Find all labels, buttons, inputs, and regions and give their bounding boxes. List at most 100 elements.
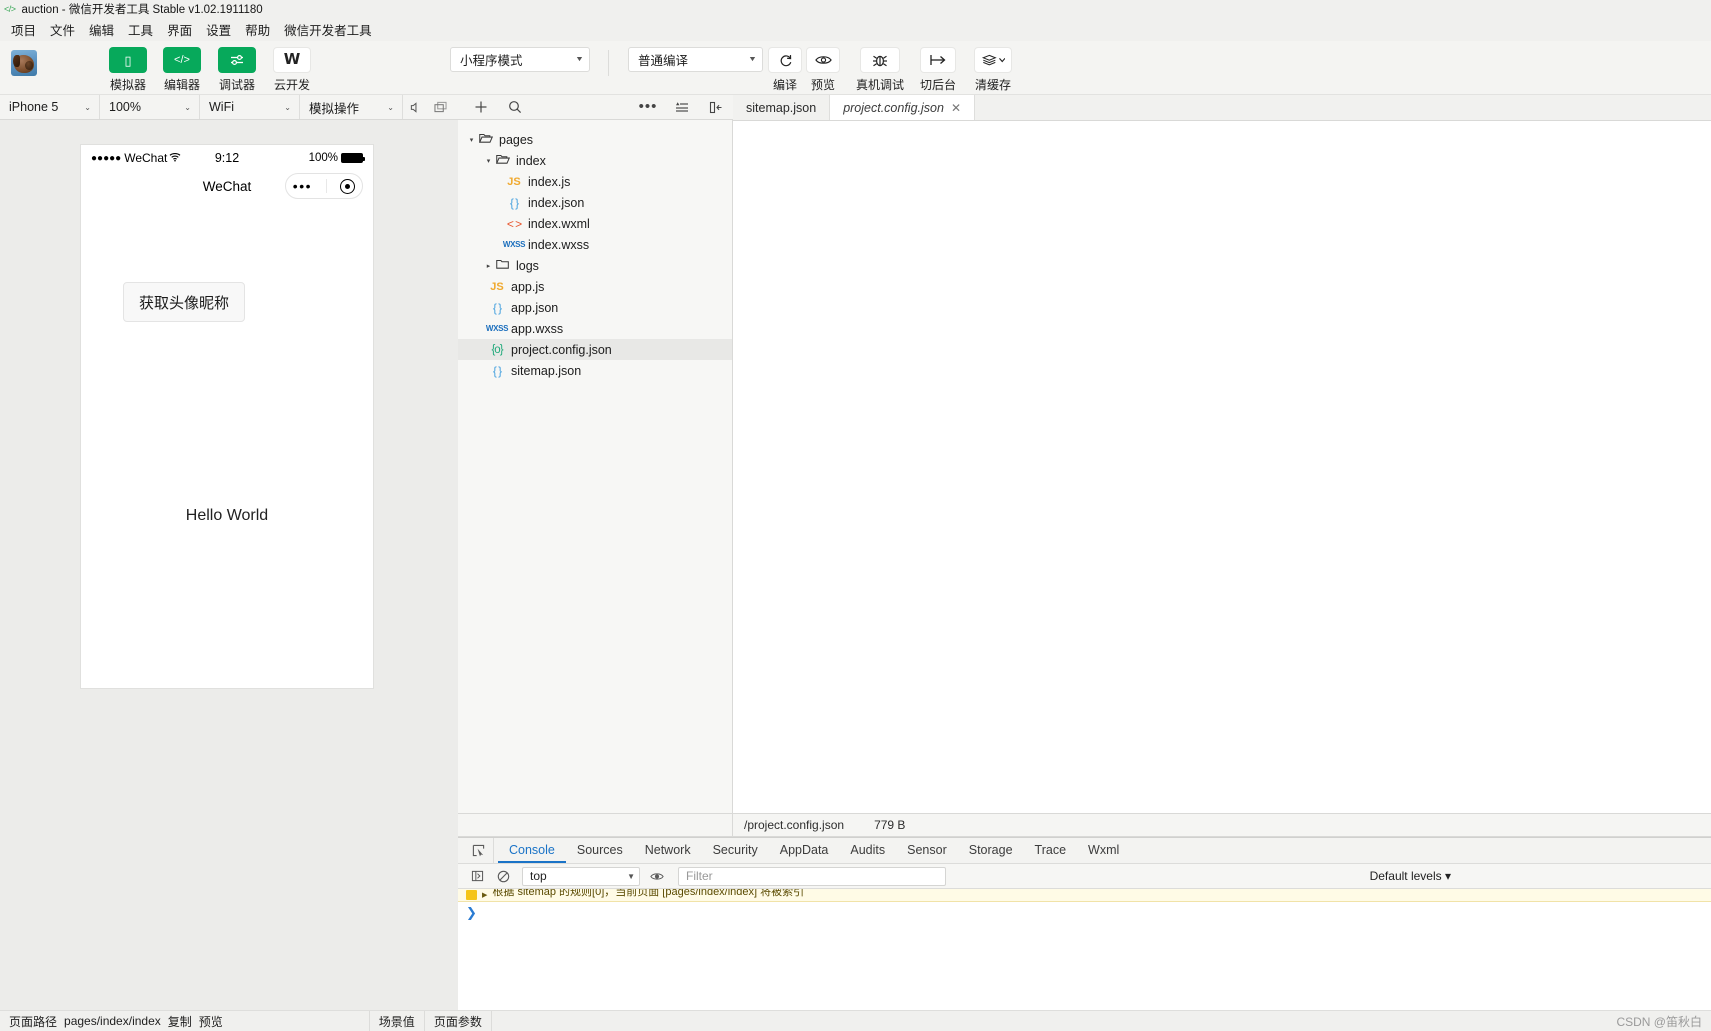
tree-item-label: index [516, 153, 546, 168]
warning-icon [466, 890, 477, 900]
menu-item-1[interactable]: 文件 [43, 18, 82, 41]
editor-area[interactable] [733, 121, 1711, 813]
devtools-tab-console[interactable]: Console [498, 838, 566, 863]
console-prompt[interactable]: ❯ [458, 902, 1711, 924]
simulator-button[interactable]: ▯ 模拟器 [108, 47, 148, 93]
tree-item-label: index.wxml [528, 216, 590, 231]
editor-tab-0[interactable]: sitemap.json [733, 95, 831, 120]
console-context-select[interactable]: top ▼ [522, 866, 640, 886]
tree-file-row[interactable]: JS app.js [458, 276, 732, 297]
console-warning-row[interactable]: ▶ 根据 sitemap 的规则[0]，当前页面 [pages/index/in… [458, 889, 1711, 902]
background-switch-label: 切后台 [919, 78, 956, 92]
clear-console-icon[interactable] [490, 864, 516, 889]
file-status-bar: /project.config.json 779 B [733, 813, 1711, 837]
file-explorer[interactable]: ▾ pages ▾ index JS index.js { } index.json < > in… [458, 120, 733, 813]
mute-speaker-icon[interactable] [403, 95, 428, 119]
editor-tab-1[interactable]: project.config.json ✕ [830, 95, 976, 120]
menu-item-3[interactable]: 工具 [121, 18, 160, 41]
console-filter-input[interactable]: Filter [678, 866, 946, 886]
hello-world-text: Hello World [185, 507, 269, 524]
clear-cache-button[interactable]: 清缓存 [972, 47, 1014, 93]
mode-select[interactable]: 小程序模式 ▼ [450, 47, 590, 72]
sort-button[interactable] [665, 95, 699, 120]
tree-folder-row[interactable]: ▾ pages [458, 129, 732, 150]
tree-item-label: project.config.json [511, 342, 612, 357]
tree-file-row[interactable]: < > index.wxml [458, 213, 732, 234]
compile-select[interactable]: 普通编译 ▼ [628, 47, 763, 72]
close-icon[interactable]: ✕ [951, 101, 961, 115]
menu-item-2[interactable]: 编辑 [82, 18, 121, 41]
devtools-tab-trace[interactable]: Trace [1024, 838, 1078, 863]
devtools-tab-network[interactable]: Network [634, 838, 702, 863]
search-button[interactable] [498, 95, 532, 120]
devtools-tab-strip: Console Sources Network Security AppData Audi… [458, 838, 1711, 864]
console-toolbar: top ▼ Filter Default levels ▾ [458, 864, 1711, 889]
get-profile-button[interactable]: 获取头像昵称 [123, 282, 245, 322]
compile-button[interactable]: 编译 [766, 47, 804, 93]
devtools-tab-wxml[interactable]: Wxml [1077, 838, 1130, 863]
copy-path-button[interactable]: 复制 [168, 1013, 192, 1030]
zoom-select[interactable]: 100% ⌄ [100, 95, 200, 119]
tree-file-row[interactable]: { } app.json [458, 297, 732, 318]
chevron-right-icon[interactable]: ▶ [482, 891, 487, 899]
device-select[interactable]: iPhone 5 ⌄ [0, 95, 100, 119]
user-avatar[interactable] [11, 50, 37, 76]
tree-file-row[interactable]: { } sitemap.json [458, 360, 732, 381]
menu-item-4[interactable]: 界面 [160, 18, 199, 41]
code-icon: </> [163, 47, 201, 73]
add-file-button[interactable] [464, 95, 498, 120]
console-levels-select[interactable]: Default levels ▾ [1370, 869, 1451, 883]
tree-file-row[interactable]: {o} project.config.json [458, 339, 732, 360]
tree-file-row[interactable]: JS index.js [458, 171, 732, 192]
network-select[interactable]: WiFi ⌄ [200, 95, 300, 119]
preview-path-button[interactable]: 预览 [199, 1013, 223, 1030]
menu-item-6[interactable]: 帮助 [238, 18, 277, 41]
show-console-sidebar-icon[interactable] [464, 864, 490, 889]
editor-button[interactable]: </> 编辑器 [162, 47, 202, 93]
chevron-down-icon[interactable]: ▾ [466, 136, 477, 144]
tree-file-row[interactable]: WXSS app.wxss [458, 318, 732, 339]
mode-select-value: 小程序模式 [460, 54, 523, 68]
collapse-panel-button[interactable] [699, 95, 733, 120]
prompt-chevron-icon: ❯ [466, 905, 477, 920]
multi-window-icon[interactable] [428, 95, 453, 119]
menu-item-0[interactable]: 项目 [4, 18, 43, 41]
devtools-tab-security[interactable]: Security [702, 838, 769, 863]
cloud-dev-button[interactable]: 𝗪 云开发 [272, 47, 312, 93]
devtools-tab-appdata[interactable]: AppData [769, 838, 840, 863]
live-expression-icon[interactable] [644, 864, 670, 889]
phone-status-bar: ●●●●● WeChat 9:12 100% [81, 145, 373, 171]
capsule-buttons[interactable]: ••• [285, 173, 363, 199]
tree-file-row[interactable]: { } index.json [458, 192, 732, 213]
menu-item-5[interactable]: 设置 [199, 18, 238, 41]
inspect-element-icon[interactable] [464, 838, 494, 863]
chevron-down-icon[interactable]: ▾ [483, 157, 494, 165]
scene-value-button[interactable]: 场景值 [368, 1010, 425, 1031]
more-options-button[interactable]: ••• [631, 95, 665, 120]
tree-folder-row[interactable]: ▾ index [458, 150, 732, 171]
preview-button[interactable]: 预览 [804, 47, 842, 93]
devtools-tab-storage[interactable]: Storage [958, 838, 1024, 863]
tree-folder-row[interactable]: ▸ logs [458, 255, 732, 276]
simulate-action-select[interactable]: 模拟操作 ⌄ [300, 95, 403, 119]
tree-file-row[interactable]: WXSS index.wxss [458, 234, 732, 255]
page-params-button[interactable]: 页面参数 [425, 1010, 492, 1031]
get-profile-button-label: 获取头像昵称 [138, 294, 229, 312]
chevron-right-icon[interactable]: ▸ [483, 262, 494, 270]
menu-item-7[interactable]: 微信开发者工具 [277, 18, 379, 41]
title-bar: </> auction - 微信开发者工具 Stable v1.02.19111… [0, 0, 1711, 17]
console-output[interactable]: ▶ 根据 sitemap 的规则[0]，当前页面 [pages/index/in… [458, 889, 1711, 989]
debugger-button[interactable]: 调试器 [217, 47, 257, 93]
folder-open-icon [477, 132, 494, 147]
editor-label: 编辑器 [163, 78, 200, 92]
background-switch-button[interactable]: 切后台 [918, 47, 958, 93]
devtools-tab-sensor[interactable]: Sensor [896, 838, 958, 863]
target-circle-icon[interactable] [340, 178, 356, 194]
chevron-down-icon: ⌄ [284, 102, 291, 112]
devtools-tab-sources[interactable]: Sources [566, 838, 634, 863]
devtools-tab-audits[interactable]: Audits [839, 838, 896, 863]
simulator-label: 模拟器 [109, 78, 146, 92]
chevron-down-icon: ⌄ [387, 102, 394, 112]
real-device-debug-button[interactable]: 真机调试 [856, 47, 904, 93]
json-file-icon: { } [492, 300, 502, 315]
